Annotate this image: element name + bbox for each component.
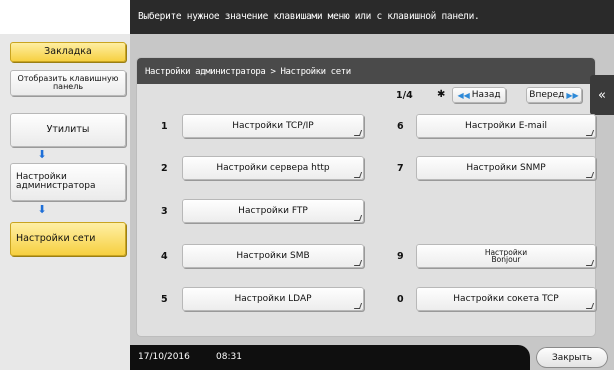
message-bar: Выберите нужное значение клавишами меню … <box>130 0 614 34</box>
breadcrumb-admin-label: Настройки администратора <box>16 171 96 191</box>
forward-label: Вперед <box>529 90 565 100</box>
back-label: Назад <box>471 90 501 100</box>
panel-header: Настройки администратора > Настройки сет… <box>137 58 595 84</box>
double-chevron-left-icon: « <box>598 87 606 103</box>
close-label: Закрыть <box>551 352 593 363</box>
item-label: Настройки SNMP <box>466 162 546 173</box>
down-arrow-icon: ⬇ <box>37 203 47 216</box>
breadcrumb-network-label: Настройки сети <box>16 233 96 245</box>
http-server-settings-button[interactable]: Настройки сервера http <box>182 156 364 180</box>
corner-icon <box>353 303 363 309</box>
bookmark-label: Закладка <box>44 46 92 58</box>
instruction-text: Выберите нужное значение клавишами меню … <box>138 11 480 22</box>
back-button[interactable]: ◀◀ Назад <box>452 87 506 103</box>
item-number: 7 <box>397 163 404 174</box>
corner-icon <box>353 172 363 178</box>
corner-icon <box>353 260 363 266</box>
forward-button[interactable]: Вперед ▶▶ <box>526 87 582 103</box>
ftp-settings-button[interactable]: Настройки FTP <box>182 199 364 223</box>
email-settings-button[interactable]: Настройки E-mail <box>416 114 596 138</box>
item-number: 5 <box>161 294 168 305</box>
corner-icon <box>585 130 595 136</box>
bookmark-button[interactable]: Закладка <box>10 42 126 62</box>
tcpip-settings-button[interactable]: Настройки TCP/IP <box>182 114 364 138</box>
show-keypad-button[interactable]: Отобразить клавишную панель <box>10 70 126 96</box>
item-number: 4 <box>161 251 168 262</box>
smb-settings-button[interactable]: Настройки SMB <box>182 244 364 268</box>
breadcrumb-utilities-label: Утилиты <box>46 124 90 136</box>
item-number: 0 <box>397 294 404 305</box>
item-label: Настройки SMB <box>236 250 310 261</box>
double-chevron-right-icon: ▶▶ <box>566 90 579 100</box>
item-label: Настройки E-mail <box>465 120 547 131</box>
corner-icon <box>353 215 363 221</box>
show-keypad-label: Отобразить клавишную панель <box>17 73 119 91</box>
ldap-settings-button[interactable]: Настройки LDAP <box>182 287 364 311</box>
corner-icon <box>585 303 595 309</box>
breadcrumb-utilities[interactable]: Утилиты <box>10 113 126 147</box>
snmp-settings-button[interactable]: Настройки SNMP <box>416 156 596 180</box>
corner-icon <box>585 260 595 266</box>
bonjour-settings-button[interactable]: Настройки Bonjour <box>416 244 596 268</box>
corner-icon <box>585 172 595 178</box>
breadcrumb-admin-settings[interactable]: Настройки администратора <box>10 163 126 201</box>
double-chevron-left-icon: ◀◀ <box>457 90 470 100</box>
item-label: Настройки LDAP <box>234 293 312 304</box>
breadcrumb-network-settings[interactable]: Настройки сети <box>10 222 126 256</box>
panel-title: Настройки администратора > Настройки сет… <box>145 67 351 77</box>
item-number: 3 <box>161 206 168 217</box>
close-button[interactable]: Закрыть <box>536 347 608 368</box>
item-label: Настройки Bonjour <box>484 247 528 264</box>
item-label: Настройки FTP <box>238 205 308 216</box>
item-label: Настройки TCP/IP <box>232 120 314 131</box>
status-bar: 17/10/2016 08:31 <box>130 345 530 370</box>
tcp-socket-settings-button[interactable]: Настройки сокета TCP <box>416 287 596 311</box>
item-number: 2 <box>161 163 168 174</box>
item-number: 6 <box>397 121 404 132</box>
item-number: 1 <box>161 121 168 132</box>
status-time: 08:31 <box>216 352 242 362</box>
down-arrow-icon: ⬇ <box>37 148 47 161</box>
corner-icon <box>353 130 363 136</box>
item-number: 9 <box>397 251 404 262</box>
page-indicator: 1/4 <box>396 90 413 101</box>
item-label: Настройки сервера http <box>216 162 330 173</box>
collapse-tab[interactable]: « <box>590 75 614 115</box>
item-label: Настройки сокета TCP <box>453 293 559 304</box>
star-icon: ✱ <box>437 89 446 100</box>
status-date: 17/10/2016 <box>138 352 190 362</box>
